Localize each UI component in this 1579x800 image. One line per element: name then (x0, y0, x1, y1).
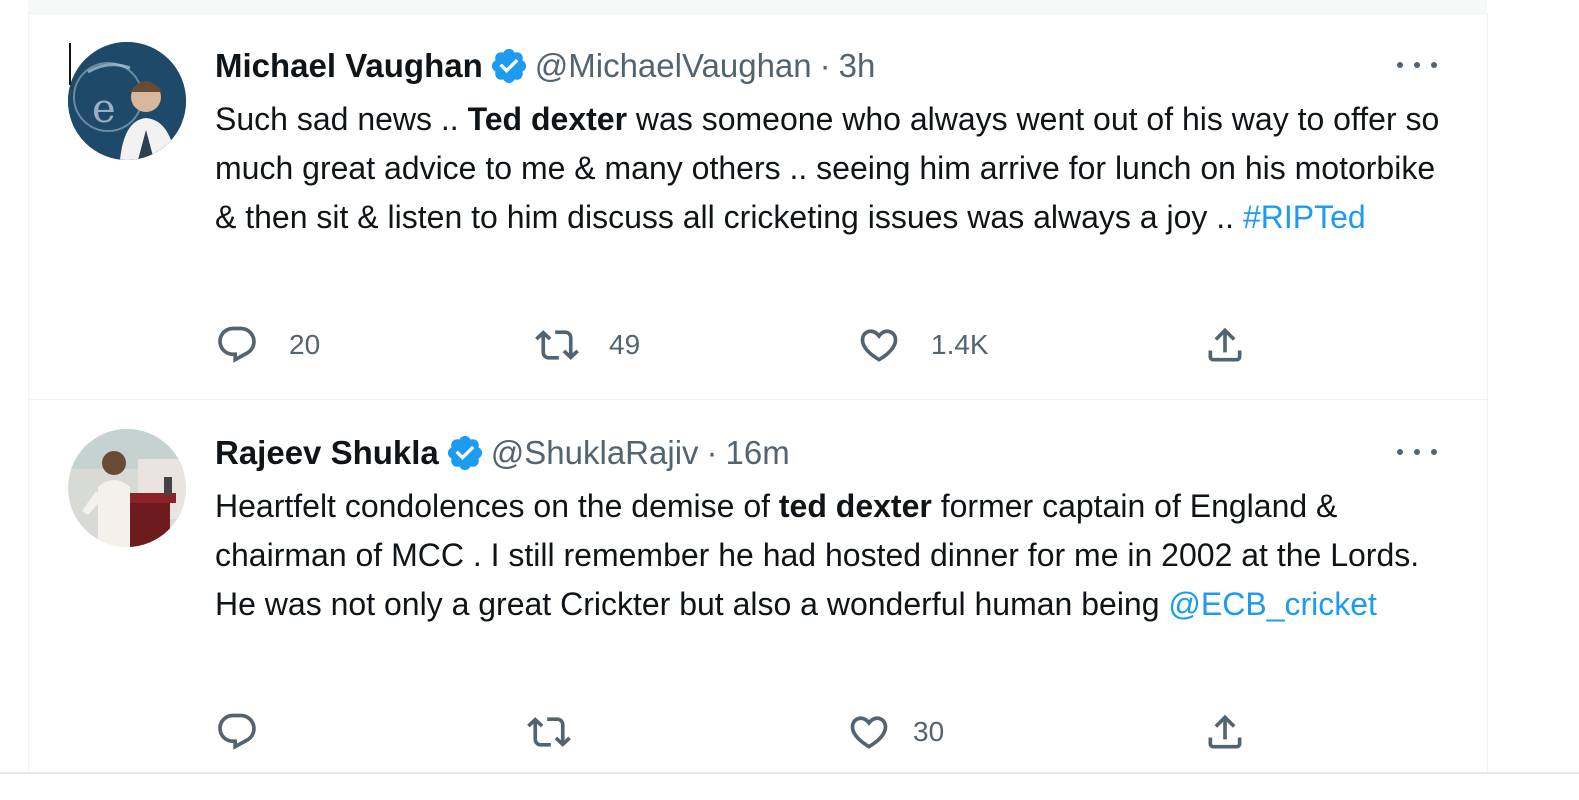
mention-link[interactable]: @ECB_cricket (1168, 586, 1377, 622)
author-name[interactable]: Rajeev Shukla (215, 434, 439, 472)
verified-badge-icon (447, 435, 482, 471)
bottom-divider (0, 772, 1579, 774)
share-button[interactable] (1203, 323, 1247, 367)
retweet-count: 49 (609, 329, 641, 360)
tweet[interactable]: Rajeev Shukla @ShuklaRajiv · 16m Heartfe… (29, 400, 1487, 773)
avatar-photo (68, 429, 186, 547)
share-button[interactable] (1203, 710, 1247, 754)
text-cursor (69, 43, 71, 85)
svg-text:e: e (92, 86, 116, 132)
tweet-feed: e Michael Vaughan @MichaelVaughan · 3h S… (28, 13, 1488, 773)
heart-icon (850, 716, 888, 749)
share-icon (1208, 714, 1242, 749)
tweet[interactable]: e Michael Vaughan @MichaelVaughan · 3h S… (29, 13, 1487, 400)
tweet-actions: 20 49 1.4K (215, 323, 1275, 367)
separator-dot: · (706, 434, 718, 471)
reply-icon (218, 326, 256, 363)
heart-icon (860, 329, 898, 362)
like-button[interactable]: 30 (847, 710, 944, 754)
reply-count: 20 (289, 329, 321, 360)
tweet-actions: 30 (215, 710, 1275, 754)
share-icon (1208, 327, 1242, 362)
tweet-text-bold: ted dexter (778, 488, 932, 524)
separator-dot: · (819, 47, 831, 84)
reply-button[interactable]: 20 (215, 323, 320, 367)
timestamp[interactable]: 3h (839, 47, 876, 85)
avatar[interactable]: e (68, 42, 186, 160)
avatar-photo: e (68, 42, 186, 160)
author-name[interactable]: Michael Vaughan (215, 47, 483, 85)
tweet-text: Such sad news .. Ted dexter was someone … (215, 95, 1465, 242)
author-handle[interactable]: @ShuklaRajiv (491, 434, 699, 472)
timestamp[interactable]: 16m (726, 434, 790, 472)
hashtag-link[interactable]: #RIPTed (1243, 199, 1366, 235)
feed-top-divider (28, 0, 1487, 14)
tweet-text: Heartfelt condolences on the demise of t… (215, 482, 1465, 629)
reply-button[interactable] (215, 710, 289, 754)
avatar[interactable] (68, 429, 186, 547)
like-count: 1.4K (931, 329, 989, 360)
more-options-icon[interactable] (1397, 55, 1437, 75)
verified-badge-icon (491, 48, 526, 84)
like-button[interactable]: 1.4K (857, 323, 989, 367)
more-options-icon[interactable] (1397, 442, 1437, 462)
retweet-button[interactable]: 49 (535, 323, 640, 367)
reply-icon (218, 713, 256, 750)
retweet-icon (527, 717, 571, 747)
like-count: 30 (913, 716, 945, 747)
retweet-button[interactable] (527, 710, 601, 754)
retweet-icon (535, 330, 579, 360)
tweet-text-segment: Such sad news .. (215, 101, 468, 137)
tweet-text-bold: Ted dexter (467, 101, 628, 137)
author-handle[interactable]: @MichaelVaughan (535, 47, 812, 85)
tweet-text-segment: Heartfelt condolences on the demise of (215, 488, 779, 524)
